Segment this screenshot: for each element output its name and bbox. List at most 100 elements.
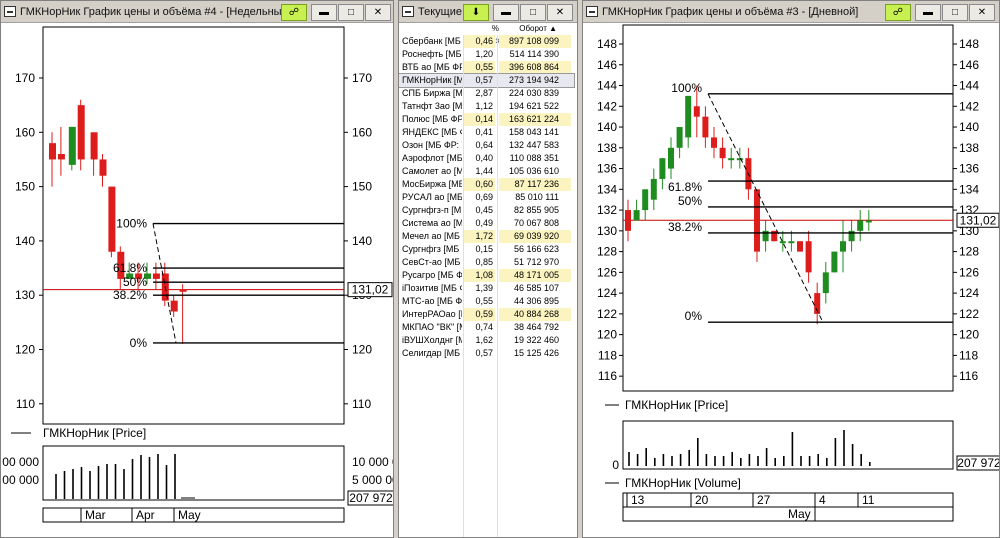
table-row[interactable]: МосБиржа [МБ ФР0,60 87 117 236 xyxy=(399,178,574,191)
price-tick-label-left: 130 xyxy=(15,288,35,302)
table-row[interactable]: МКПАО "ВК" [МБ ФР 0,74 38 464 792 xyxy=(399,321,574,334)
price-tick-label-left: 148 xyxy=(597,37,617,51)
price-tick-label-left: 120 xyxy=(15,343,35,357)
table-row[interactable]: Селигдар [МБ ФР 0,57 15 125 426 xyxy=(399,347,574,360)
change-cell: 0,69 xyxy=(475,192,493,202)
price-tick-label-right: 116 xyxy=(959,369,978,383)
turnover-cell: 56 166 623 xyxy=(513,244,559,254)
table-row[interactable]: Мечел ао [МБ ФР1,72 69 039 920 xyxy=(399,230,574,243)
price-legend: ГМКНорНик [Price] xyxy=(625,398,728,412)
price-tick-label-left: 134 xyxy=(597,182,617,196)
table-row[interactable]: ВТБ ао [МБ ФР: Т0,55 396 608 864 xyxy=(399,61,574,74)
table-row[interactable]: СПБ Биржа [МБ ФР 2,87 224 030 839 xyxy=(399,87,574,100)
close-button[interactable]: ✕ xyxy=(547,4,573,21)
last-price-tag: 131,02 xyxy=(960,213,997,227)
instrument-name-cell: Аэрофлот [МБ ФР xyxy=(402,153,462,163)
table-row[interactable]: Полюс [МБ ФР: Т0,14 163 621 224 xyxy=(399,113,574,126)
fibonacci-level-label: 38.2% xyxy=(668,220,702,234)
instrument-name-cell: СевСт-ао [МБ ФР xyxy=(402,257,462,267)
turnover-cell: 194 621 522 xyxy=(508,101,559,111)
turnover-cell: 110 088 351 xyxy=(509,153,559,163)
table-row[interactable]: Самолет ао [МБ ФР 1,44 105 036 610 xyxy=(399,165,574,178)
price-tick-label-left: 110 xyxy=(16,397,35,411)
price-tick-label-right: 124 xyxy=(959,286,979,300)
instrument-name-cell: Самолет ао [МБ ФР xyxy=(402,166,462,176)
fibonacci-level-label: 61.8% xyxy=(113,261,147,275)
turnover-column-header[interactable]: Оборот ▲ xyxy=(499,23,571,35)
weekly-volume-pane[interactable] xyxy=(42,445,345,501)
maximize-button[interactable]: □ xyxy=(520,4,546,21)
candle-body xyxy=(77,105,85,160)
price-tick-label-right: 118 xyxy=(959,348,978,362)
weekly-chart-canvas[interactable]: 1701701601601501501401401301301201201101… xyxy=(1,1,394,538)
minimize-button[interactable]: ▬ xyxy=(493,4,519,21)
instrument-name-cell: Система ао [МБ ФР xyxy=(402,218,462,228)
change-cell: 0,55 xyxy=(475,296,493,306)
change-cell: 0,57 xyxy=(475,75,493,85)
instrument-name-cell: Мечел ао [МБ ФР xyxy=(402,231,462,241)
candle-body xyxy=(685,95,692,138)
link-down-button[interactable]: ⬇ xyxy=(463,4,489,21)
change-cell: 0,57 xyxy=(475,348,493,358)
daily-chart-canvas[interactable]: 148 148146 146144 144142 142140 140138 138136 1… xyxy=(583,1,1000,538)
table-row[interactable]: МТС-ао [МБ ФР 0,55 44 306 895 xyxy=(399,295,574,308)
table-row[interactable]: ИнтерРАОао [МБ ФР0,59 40 884 268 xyxy=(399,308,574,321)
candle-body xyxy=(152,273,160,279)
turnover-cell: 69 039 920 xyxy=(499,230,571,243)
price-tick-label-right: 146 xyxy=(959,58,979,72)
volume-tag: 207 972 xyxy=(349,491,393,505)
close-icon: ✕ xyxy=(555,7,565,18)
price-tick-label-right: 122 xyxy=(959,307,979,321)
candle-body xyxy=(650,178,657,200)
candle-body xyxy=(797,241,803,252)
column-divider xyxy=(497,35,498,537)
price-tick-label-left: 120 xyxy=(597,328,617,342)
candle-body xyxy=(693,106,700,117)
change-cell: 0,55 xyxy=(463,61,495,74)
table-row[interactable]: ГМКНорНик [МБ ФР 0,57 273 194 942 xyxy=(399,73,575,88)
table-row[interactable]: Русагро [МБ ФР1,08 48 171 005 xyxy=(399,269,574,282)
volume-tick-label-left: 00 000 xyxy=(2,455,39,469)
instrument-name-cell: МКПАО "ВК" [МБ ФР xyxy=(402,322,462,332)
candle-body xyxy=(676,127,683,148)
candle-body xyxy=(840,241,846,252)
table-row[interactable]: Система ао [МБ ФР 0,49 70 067 808 xyxy=(399,217,574,230)
turnover-cell: 51 712 970 xyxy=(513,257,559,267)
quotes-titlebar[interactable]: Текущие ⬇ ▬ □ ✕ xyxy=(399,1,577,23)
table-row[interactable]: СевСт-ао [МБ ФР 0,85 51 712 970 xyxy=(399,256,574,269)
turnover-cell: 44 306 895 xyxy=(513,296,559,306)
instrument-name-cell: Сургнфгз-п [МБ ФР xyxy=(402,205,462,215)
candle-body xyxy=(857,220,864,231)
table-row[interactable]: Татнфт 3ао [МБ ФР 1,12 194 621 522 xyxy=(399,100,574,113)
table-row[interactable]: РУСАЛ ао [МБ ФР 0,69 85 010 111 xyxy=(399,191,574,204)
instrument-name-cell: iВУШХолднг [МБ ФР xyxy=(402,335,462,345)
change-cell: 0,74 xyxy=(475,322,493,332)
price-tick-label-right: 110 xyxy=(352,397,371,411)
quotes-title: Текущие xyxy=(418,6,462,18)
change-cell: 1,20 xyxy=(475,49,493,59)
price-tick-label-right: 148 xyxy=(959,37,979,51)
instrument-name-cell: ВТБ ао [МБ ФР: Т xyxy=(402,62,462,72)
price-tick-label-right: 120 xyxy=(959,328,979,342)
candle-body xyxy=(642,189,649,211)
table-row[interactable]: Озон [МБ ФР: Т 0,64 132 447 583 xyxy=(399,139,574,152)
price-tick-label-right: 120 xyxy=(352,343,372,357)
table-row[interactable]: Сбербанк [МБ ФР0,46 897 108 099 xyxy=(399,35,574,48)
month-label: May xyxy=(178,508,201,522)
day-label: 27 xyxy=(757,493,771,507)
table-row[interactable]: Сургнфгз-п [МБ ФР 0,45 82 855 905 xyxy=(399,204,574,217)
table-row[interactable]: ЯНДЕКС [МБ ФР 0,41 158 043 141 xyxy=(399,126,574,139)
turnover-cell: 396 608 864 xyxy=(499,61,571,74)
change-cell: 0,15 xyxy=(475,244,493,254)
table-row[interactable]: iПозитив [МБ ФР 1,39 46 585 107 xyxy=(399,282,574,295)
table-row[interactable]: iВУШХолднг [МБ ФР 1,62 19 322 460 xyxy=(399,334,574,347)
table-row[interactable]: Аэрофлот [МБ ФР 0,40 110 088 351 xyxy=(399,152,574,165)
fibonacci-level-label: 100% xyxy=(116,217,147,231)
price-tick-label-left: 122 xyxy=(597,307,617,321)
turnover-cell: 82 855 905 xyxy=(513,205,559,215)
weekly-price-pane[interactable] xyxy=(42,26,345,425)
instrument-name-cell: Озон [МБ ФР: Т xyxy=(402,140,462,150)
table-row[interactable]: Роснефть [МБ ФР 1,20 514 114 390 xyxy=(399,48,574,61)
table-row[interactable]: Сургнфгз [МБ ФР 0,15 56 166 623 xyxy=(399,243,574,256)
candle-body xyxy=(719,147,726,159)
